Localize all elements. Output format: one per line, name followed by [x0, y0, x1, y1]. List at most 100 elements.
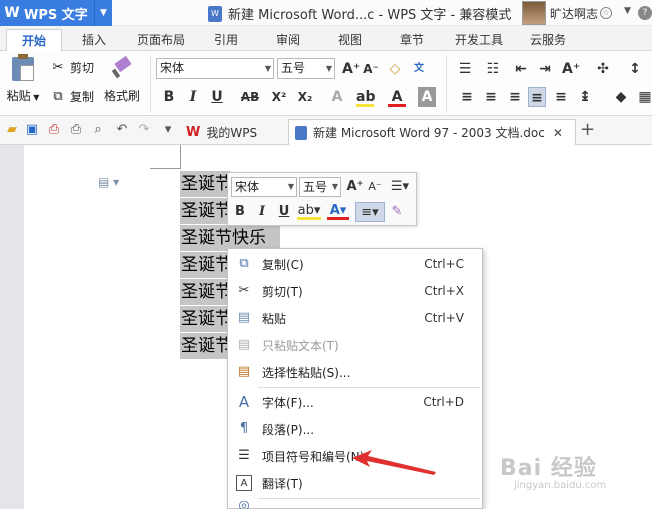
- member-icon[interactable]: ☆: [600, 7, 613, 19]
- distribute-icon[interactable]: ≡: [552, 87, 570, 107]
- align-center-icon[interactable]: ≡: [482, 87, 500, 107]
- highlight-icon[interactable]: ab: [356, 87, 375, 107]
- menu-item-paragraph[interactable]: ¶ 段落(P)...: [228, 416, 482, 442]
- tab-page-layout[interactable]: 页面布局: [128, 29, 194, 51]
- format-painter-button[interactable]: 格式刷: [102, 55, 142, 104]
- menu-item-label: 复制(C): [262, 257, 304, 272]
- doc-line[interactable]: 圣诞节: [180, 171, 232, 197]
- outdent-icon[interactable]: ⇤: [512, 59, 530, 79]
- text-effect-icon[interactable]: A: [328, 87, 346, 107]
- char-shading-icon[interactable]: A: [418, 87, 436, 107]
- new-tab-icon[interactable]: +: [580, 119, 595, 140]
- paste-button[interactable]: 粘贴 ▼: [6, 54, 40, 104]
- tab-references[interactable]: 引用: [204, 29, 248, 51]
- watermark: Bai 经验 jingyan.baidu.com: [500, 450, 606, 491]
- customize-icon[interactable]: ▾: [160, 122, 176, 138]
- pinyin-icon[interactable]: 文: [410, 59, 428, 79]
- watermark-brand: Bai 经验: [500, 456, 597, 481]
- mini-font-name-select[interactable]: 宋体 ▼: [231, 177, 297, 197]
- tab-developer[interactable]: 开发工具: [446, 29, 512, 51]
- bullets-icon[interactable]: ☰: [456, 59, 474, 79]
- doc-line[interactable]: 圣诞节: [180, 198, 232, 224]
- shrink-font-icon[interactable]: A⁻: [366, 177, 384, 197]
- align-left-icon[interactable]: ≡: [458, 87, 476, 107]
- menu-item-partial[interactable]: ◎: [228, 501, 482, 509]
- format-painter-label: 格式刷: [103, 89, 140, 103]
- align-icon[interactable]: ≡▾: [355, 202, 385, 222]
- tab-my-wps[interactable]: W 我的WPS: [180, 119, 284, 145]
- shading-icon[interactable]: ◆: [612, 87, 630, 107]
- brush-icon[interactable]: ✎: [388, 202, 406, 222]
- strikethrough-icon[interactable]: AB: [238, 87, 262, 107]
- grow-font-icon[interactable]: A⁺: [346, 177, 364, 197]
- cut-button[interactable]: ✂ 剪切: [50, 59, 94, 76]
- divider: [150, 55, 151, 113]
- page-options-icon[interactable]: ▤ ▾: [98, 175, 119, 189]
- underline-icon[interactable]: U: [208, 87, 226, 107]
- save-icon[interactable]: ▣: [24, 122, 40, 138]
- help-icon[interactable]: ?: [638, 6, 652, 20]
- app-menu-button[interactable]: W WPS 文字 ▼: [0, 0, 112, 26]
- text-direction-icon[interactable]: A⁺: [562, 59, 580, 79]
- grow-font-icon[interactable]: A⁺: [342, 59, 360, 79]
- align-right-icon[interactable]: ≡: [506, 87, 524, 107]
- doc-line[interactable]: 圣诞节: [180, 306, 232, 332]
- pinyin-guide-icon[interactable]: ✣: [594, 59, 612, 79]
- user-account[interactable]: 旷达啊志 ☆: [522, 1, 613, 25]
- print-preview-icon[interactable]: ⌕: [90, 122, 106, 138]
- justify-icon[interactable]: ≡: [528, 87, 546, 107]
- font-name-select[interactable]: 宋体 ▼: [156, 58, 274, 79]
- menu-item-copy[interactable]: ⧉ 复制(C) Ctrl+C: [228, 251, 482, 277]
- font-size-select[interactable]: 五号 ▼: [277, 58, 335, 79]
- menu-item-paste-special[interactable]: ▤ 选择性粘贴(S)...: [228, 359, 482, 385]
- menu-item-font[interactable]: A 字体(F)... Ctrl+D: [228, 389, 482, 415]
- window-title-text: 新建 Microsoft Word...c - WPS 文字 - 兼容模式: [228, 8, 512, 23]
- tab-cloud[interactable]: 云服务: [520, 29, 576, 51]
- underline-icon[interactable]: U: [275, 202, 293, 222]
- menu-item-label: 字体(F)...: [262, 395, 314, 410]
- paragraph-icon: ¶: [239, 421, 249, 436]
- clear-format-icon[interactable]: ◇: [386, 59, 404, 79]
- italic-icon[interactable]: I: [253, 202, 271, 222]
- bold-icon[interactable]: B: [160, 87, 178, 107]
- chevron-down-icon[interactable]: ▼: [624, 6, 631, 16]
- doc-line[interactable]: 圣诞节: [180, 333, 232, 359]
- borders-icon[interactable]: ▦: [636, 87, 652, 107]
- export-pdf-icon[interactable]: ⎙: [46, 122, 62, 138]
- mini-font-size-select[interactable]: 五号 ▼: [299, 177, 341, 197]
- undo-icon[interactable]: ↶: [114, 122, 130, 138]
- document-icon: [295, 125, 307, 140]
- font-color-icon[interactable]: A: [388, 87, 406, 107]
- open-icon[interactable]: ▰: [4, 122, 20, 138]
- font-color-icon[interactable]: A▾: [327, 202, 349, 220]
- tab-insert[interactable]: 插入: [70, 29, 118, 51]
- sort-icon[interactable]: ↕: [626, 59, 644, 79]
- copy-button[interactable]: ⧉ 复制: [50, 88, 94, 105]
- tab-start[interactable]: 开始: [6, 29, 62, 52]
- tab-view[interactable]: 视图: [328, 29, 372, 51]
- superscript-icon[interactable]: X²: [270, 87, 288, 107]
- shrink-font-icon[interactable]: A⁻: [362, 59, 380, 79]
- close-icon[interactable]: ✕: [553, 126, 563, 140]
- numbering-icon[interactable]: ☷: [484, 59, 502, 79]
- doc-line[interactable]: 圣诞节: [180, 279, 232, 305]
- indent-icon[interactable]: ⇥: [536, 59, 554, 79]
- menu-item-cut[interactable]: ✂ 剪切(T) Ctrl+X: [228, 278, 482, 304]
- italic-icon[interactable]: I: [184, 87, 202, 107]
- tab-review[interactable]: 审阅: [266, 29, 310, 51]
- highlight-icon[interactable]: ab▾: [297, 202, 321, 220]
- user-name[interactable]: 旷达啊志: [550, 5, 598, 22]
- tab-section[interactable]: 章节: [390, 29, 434, 51]
- doc-line[interactable]: 圣诞节: [180, 252, 232, 278]
- avatar[interactable]: [522, 1, 546, 25]
- print-icon[interactable]: ⎙: [68, 122, 84, 138]
- chevron-down-icon[interactable]: ▼: [94, 0, 112, 26]
- menu-item-paste[interactable]: ▤ 粘贴 Ctrl+V: [228, 305, 482, 331]
- arrow-shape: [352, 450, 436, 475]
- bold-icon[interactable]: B: [231, 202, 249, 222]
- tab-document[interactable]: 新建 Microsoft Word 97 - 2003 文档.doc ✕: [288, 119, 576, 145]
- line-spacing-icon[interactable]: ↨: [576, 87, 594, 107]
- redo-icon[interactable]: ↷: [136, 122, 152, 138]
- subscript-icon[interactable]: X₂: [296, 87, 314, 107]
- line-spacing-icon[interactable]: ☰▾: [388, 177, 412, 197]
